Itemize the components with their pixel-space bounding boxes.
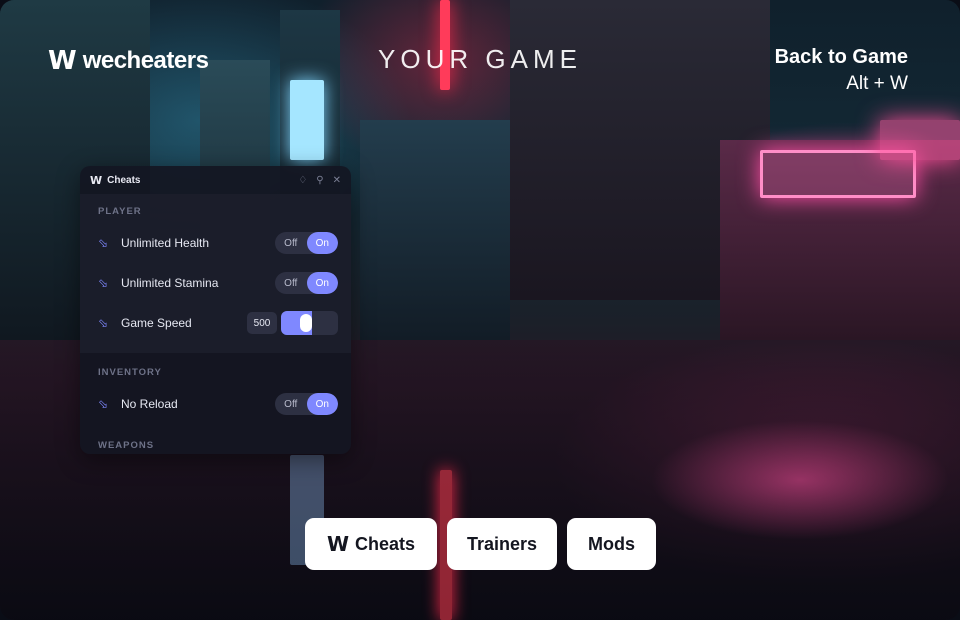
lightning-icon: ⬂ bbox=[98, 316, 109, 330]
game-speed-value[interactable]: 500 bbox=[247, 312, 277, 334]
tab-label: Mods bbox=[588, 533, 635, 554]
panel-header: W Cheats ♢ ⚲ ✕ bbox=[80, 166, 351, 194]
toggle-off[interactable]: Off bbox=[275, 232, 307, 254]
back-to-game-hotkey: Alt + W bbox=[846, 73, 908, 94]
cheat-row-unlimited-stamina: ⬂ Unlimited Stamina Off On bbox=[80, 263, 351, 303]
lightning-icon: ⬂ bbox=[98, 276, 109, 290]
bottom-tabs: W Cheats Trainers Mods bbox=[305, 518, 656, 570]
tab-mods[interactable]: Mods bbox=[567, 518, 656, 570]
cheat-label: Unlimited Stamina bbox=[121, 276, 219, 290]
toggle-on[interactable]: On bbox=[306, 393, 338, 415]
back-to-game-label: Back to Game bbox=[774, 46, 908, 68]
neon-screen-cyan bbox=[290, 80, 324, 160]
cheats-panel: W Cheats ♢ ⚲ ✕ PLAYER ⬂ Unlimited Health… bbox=[80, 166, 351, 454]
game-speed-slider[interactable] bbox=[281, 311, 338, 335]
toggle-on[interactable]: On bbox=[306, 232, 338, 254]
panel-logo-icon: W bbox=[90, 173, 102, 187]
section-label-player: PLAYER bbox=[98, 206, 142, 217]
tab-trainers[interactable]: Trainers bbox=[447, 518, 557, 570]
section-label-weapons: WEAPONS bbox=[98, 440, 155, 451]
neon-pink-bar bbox=[880, 120, 960, 160]
toggle-off[interactable]: Off bbox=[275, 272, 307, 294]
unlimited-health-toggle[interactable]: Off On bbox=[275, 232, 338, 254]
window-buttons: ♢ ⚲ ✕ bbox=[298, 175, 341, 186]
toggle-on[interactable]: On bbox=[306, 272, 338, 294]
lightning-icon: ⬂ bbox=[98, 236, 109, 250]
pin-icon[interactable]: ⚲ bbox=[316, 175, 323, 186]
cheat-label: Unlimited Health bbox=[121, 236, 210, 250]
cheat-label: No Reload bbox=[121, 397, 178, 411]
cheat-row-no-reload: ⬂ No Reload Off On bbox=[80, 384, 351, 424]
cheat-row-game-speed: ⬂ Game Speed 500 bbox=[80, 303, 351, 353]
back-to-game-button[interactable]: Back to Game Alt + W bbox=[775, 46, 908, 95]
cheat-label: Game Speed bbox=[121, 316, 192, 330]
cheat-row-unlimited-health: ⬂ Unlimited Health Off On bbox=[80, 223, 351, 263]
tab-label: Cheats bbox=[355, 533, 416, 554]
tab-label: Trainers bbox=[466, 533, 538, 554]
wecheaters-logo-icon: W bbox=[326, 532, 349, 556]
bell-icon[interactable]: ♢ bbox=[298, 175, 307, 186]
section-label-inventory: INVENTORY bbox=[98, 367, 162, 378]
tab-cheats[interactable]: W Cheats bbox=[305, 518, 437, 570]
reflection-pink bbox=[650, 420, 950, 540]
close-icon[interactable]: ✕ bbox=[333, 175, 341, 186]
no-reload-toggle[interactable]: Off On bbox=[275, 393, 338, 415]
lightning-icon: ⬂ bbox=[98, 397, 109, 411]
slider-thumb[interactable] bbox=[300, 314, 312, 332]
section-player: PLAYER ⬂ Unlimited Health Off On ⬂ Unlim… bbox=[80, 194, 351, 353]
toggle-off[interactable]: Off bbox=[275, 393, 307, 415]
unlimited-stamina-toggle[interactable]: Off On bbox=[275, 272, 338, 294]
building-center bbox=[360, 120, 510, 340]
panel-title: Cheats bbox=[107, 174, 141, 186]
